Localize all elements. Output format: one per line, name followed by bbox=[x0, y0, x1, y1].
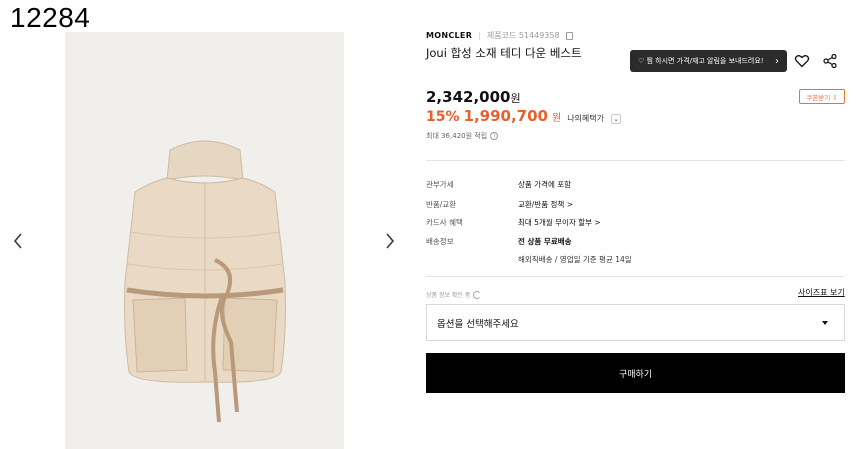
next-image-button[interactable] bbox=[382, 230, 398, 252]
info-key: 카드사 혜택 bbox=[426, 218, 463, 227]
exchange-policy-link[interactable]: 교환/반품 정책 > bbox=[518, 199, 573, 210]
discount-rate: 15% bbox=[426, 109, 460, 125]
share-icon[interactable] bbox=[822, 53, 838, 69]
screenshot-id: 12284 bbox=[10, 2, 91, 33]
divider bbox=[426, 160, 845, 161]
shipping-value: 전 상품 무료배송 해외직배송 / 영업일 기준 평균 14일 bbox=[518, 236, 632, 265]
refresh-icon bbox=[473, 290, 482, 299]
stock-status: 상품 정보 확인 중 bbox=[426, 290, 482, 299]
sale-price-row: 15% 1,990,700 원 나의혜택가 ⌄ bbox=[426, 107, 621, 125]
buy-button[interactable]: 구매하기 bbox=[426, 353, 845, 393]
info-row-shipping: 배송정보 전 상품 무료배송 해외직배송 / 영업일 기준 평균 14일 bbox=[426, 236, 632, 265]
brand-row: MONCLER | 제품코드 51449358 bbox=[426, 30, 573, 41]
product-image[interactable] bbox=[65, 32, 344, 449]
chevron-right-icon bbox=[386, 233, 394, 249]
vest-illustration bbox=[124, 140, 286, 423]
info-row-duty: 관부가세 상품 가격에 포함 bbox=[426, 179, 571, 190]
chevron-left-icon bbox=[14, 233, 22, 249]
points-info: 최대 36,420원 적립 i bbox=[426, 131, 499, 141]
chevron-down-icon[interactable]: ⌄ bbox=[611, 114, 621, 124]
original-price: 2,342,000원 bbox=[426, 88, 521, 106]
info-row-card: 카드사 혜택 최대 5개월 무이자 할부 > bbox=[426, 217, 601, 228]
price-unit: 원 bbox=[510, 92, 521, 105]
notify-text: ♡ 찜 하시면 가격/재고 알림을 보내드려요! bbox=[638, 57, 764, 65]
original-price-value: 2,342,000 bbox=[426, 88, 511, 106]
coupon-button[interactable]: 쿠폰받기 ⇩ bbox=[799, 89, 845, 104]
prev-image-button[interactable] bbox=[10, 230, 26, 252]
sale-unit: 원 bbox=[551, 113, 562, 124]
info-icon[interactable]: i bbox=[490, 132, 499, 140]
info-key: 관부가세 bbox=[426, 180, 454, 189]
product-title: Joui 합성 소재 테디 다운 베스트 bbox=[426, 46, 582, 60]
option-select[interactable]: 옵션을 선택해주세요 bbox=[426, 304, 845, 341]
divider bbox=[426, 276, 845, 277]
info-row-exchange: 반품/교환 교환/반품 정책 > bbox=[426, 199, 573, 210]
brand-name[interactable]: MONCLER bbox=[426, 31, 472, 40]
sale-price: 1,990,700 bbox=[463, 107, 548, 125]
chevron-right-icon: › bbox=[775, 55, 779, 67]
info-key: 반품/교환 bbox=[426, 200, 457, 209]
wishlist-notify-button[interactable]: ♡ 찜 하시면 가격/재고 알림을 보내드려요! › bbox=[630, 50, 787, 72]
info-value: 상품 가격에 포함 bbox=[518, 180, 572, 189]
shipping-detail: 해외직배송 / 영업일 기준 평균 14일 bbox=[518, 255, 632, 264]
info-key: 배송정보 bbox=[426, 237, 454, 246]
heart-icon[interactable] bbox=[794, 53, 810, 69]
product-code: 제품코드 51449358 bbox=[486, 31, 560, 40]
points-text: 최대 36,420원 적립 bbox=[426, 132, 488, 140]
copy-icon[interactable] bbox=[565, 31, 573, 40]
shipping-free: 전 상품 무료배송 bbox=[518, 237, 572, 246]
stock-label: 상품 정보 확인 중 bbox=[426, 292, 471, 299]
my-benefit-price[interactable]: 나의혜택가 bbox=[567, 113, 604, 124]
size-chart-link[interactable]: 사이즈표 보기 bbox=[798, 287, 845, 298]
card-benefit-link[interactable]: 최대 5개월 무이자 할부 > bbox=[518, 217, 601, 228]
option-placeholder: 옵션을 선택해주세요 bbox=[437, 318, 519, 330]
caret-down-icon bbox=[822, 320, 828, 325]
separator: | bbox=[478, 31, 481, 40]
